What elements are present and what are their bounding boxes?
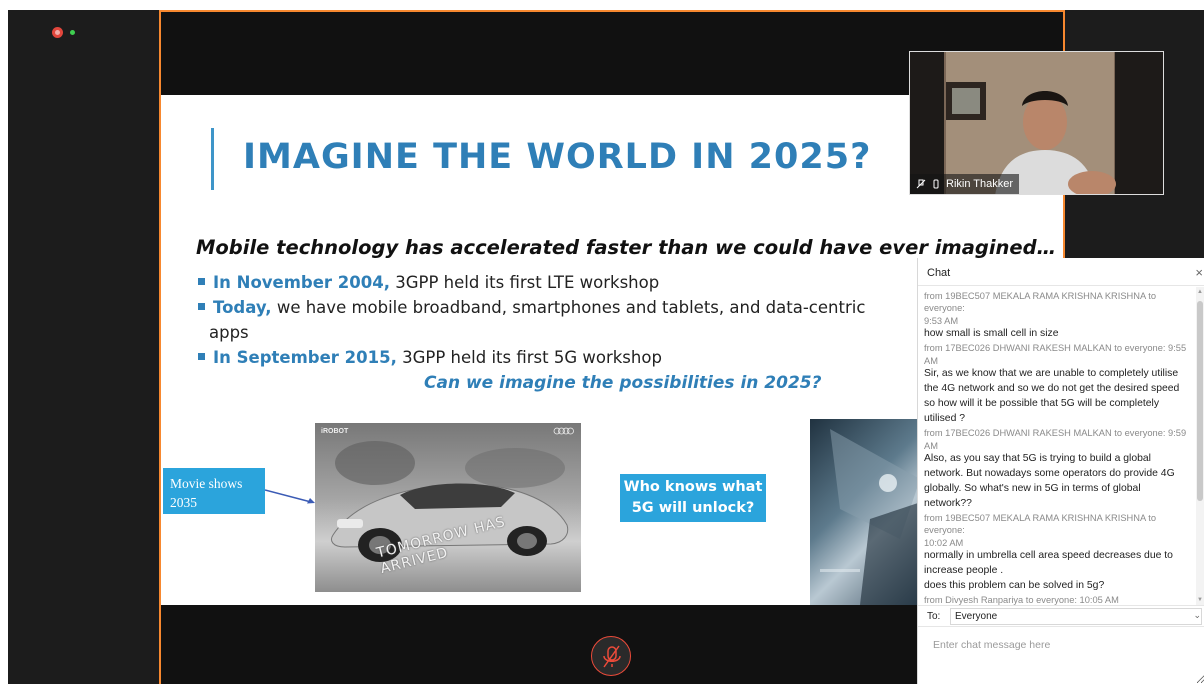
movie-badge-line1: Movie shows	[170, 476, 243, 491]
chat-message-meta: from Divyesh Ranpariya to everyone: 10:0…	[924, 595, 1119, 605]
slide-question: Can we imagine the possibilities in 2025…	[424, 373, 822, 393]
recipient-label: To:	[927, 611, 941, 622]
unlock-badge: Who knows what 5G will unlock?	[620, 474, 766, 522]
scrollbar-thumb[interactable]	[1197, 301, 1203, 501]
bullet-icon	[198, 278, 205, 285]
close-icon[interactable]: ×	[1195, 265, 1203, 280]
pointer-arrow-icon	[265, 489, 315, 504]
robot-hand-icon	[820, 429, 930, 605]
bullet-item: In November 2004, 3GPP held its first LT…	[198, 270, 659, 295]
participant-video-tile[interactable]: Rikin Thakker	[909, 51, 1164, 195]
slide-title: IMAGINE THE WORLD IN 2025?	[243, 137, 872, 177]
unlock-line1: Who knows what	[623, 479, 763, 495]
chat-message-text: utilised ?	[924, 413, 966, 424]
chat-message-text: Also, as you say that 5G is trying to bu…	[924, 453, 1151, 464]
mic-muted-icon	[916, 179, 926, 189]
recipient-value: Everyone	[955, 611, 998, 622]
mic-off-icon	[603, 645, 621, 668]
chat-message-text: how small is small cell in size	[924, 328, 1059, 339]
participant-name: Rikin Thakker	[946, 178, 1014, 190]
car-movie-poster-image: iROBOT TOMORROW HAS ARRIVED	[315, 423, 581, 592]
bullet-item: Today, we have mobile broadband, smartph…	[198, 295, 898, 320]
chat-message-text: globally. So what's new in 5G in terms o…	[924, 483, 1141, 494]
bullet-highlight: In November 2004,	[213, 273, 390, 292]
chat-messages: from 19BEC507 MEKALA RAMA KRISHNA KRISHN…	[924, 289, 1192, 605]
chat-message-meta: from 17BEC026 DHWANI RAKESH MALKAN to ev…	[924, 428, 1187, 438]
chevron-down-icon: ⌄	[1193, 610, 1201, 620]
slide-subtitle: Mobile technology has accelerated faster…	[196, 236, 1057, 259]
chat-message: from Divyesh Ranpariya to everyone: 10:0…	[924, 594, 1192, 605]
chat-message: from 19BEC507 MEKALA RAMA KRISHNA KRISHN…	[924, 290, 1192, 341]
chat-scrollbar[interactable]: ▲ ▼	[1196, 287, 1204, 605]
bullet-text: we have mobile broadband, smartphones an…	[271, 298, 866, 317]
bullet-text: 3GPP held its first 5G workshop	[396, 348, 662, 367]
chat-message-meta: from 17BEC026 DHWANI RAKESH MALKAN to ev…	[924, 343, 1187, 353]
recording-indicator-icon	[52, 27, 63, 38]
unlock-line2: 5G will unlock?	[631, 500, 755, 516]
futuristic-tech-image	[810, 419, 930, 605]
chat-message: from 19BEC507 MEKALA RAMA KRISHNA KRISHN…	[924, 512, 1192, 593]
meeting-window: IMAGINE THE WORLD IN 2025? Mobile techno…	[0, 0, 1204, 684]
chat-message: from 17BEC026 DHWANI RAKESH MALKAN to ev…	[924, 427, 1192, 511]
scroll-down-icon[interactable]: ▼	[1197, 597, 1203, 603]
bullet-highlight: Today,	[213, 298, 272, 317]
chat-message-text: increase people .	[924, 565, 1004, 576]
chat-message-meta: from 19BEC507 MEKALA RAMA KRISHNA KRISHN…	[924, 513, 1156, 535]
chat-header: Chat ×	[918, 258, 1204, 286]
chat-message-text: normally in umbrella cell area speed dec…	[924, 550, 1173, 561]
bullet-item: In September 2015, 3GPP held its first 5…	[198, 345, 662, 370]
chat-message-text: the 4G network and so we do not get the …	[924, 383, 1180, 394]
recipient-row: To: Everyone ⌄	[918, 605, 1204, 627]
mute-button[interactable]	[591, 636, 631, 676]
movie-badge: Movie shows 2035	[163, 468, 265, 514]
bullet-text: 3GPP held its first LTE workshop	[390, 273, 660, 292]
chat-message: from 17BEC026 DHWANI RAKESH MALKAN to ev…	[924, 342, 1192, 426]
participant-name-bar: Rikin Thakker	[910, 174, 1020, 194]
chat-message-time: AM	[924, 441, 938, 451]
title-accent-bar	[211, 128, 214, 190]
movie-badge-line2: 2035	[170, 495, 197, 510]
connection-status-icon	[70, 30, 75, 35]
chat-title: Chat	[927, 267, 951, 279]
bullet-text-continuation: apps	[209, 323, 249, 342]
phone-icon	[933, 179, 939, 189]
chat-message-meta: from 19BEC507 MEKALA RAMA KRISHNA KRISHN…	[924, 291, 1156, 313]
bullet-icon	[198, 303, 205, 310]
chat-panel: Chat × from 19BEC507 MEKALA RAMA KRISHNA…	[917, 258, 1204, 684]
bullet-highlight: In September 2015,	[213, 348, 397, 367]
chat-message-time: 10:02 AM	[924, 538, 964, 548]
chat-message-input[interactable]	[918, 630, 1204, 684]
bullet-icon	[198, 353, 205, 360]
scroll-up-icon[interactable]: ▲	[1197, 289, 1203, 295]
chat-message-text: Sir, as we know that we are unable to co…	[924, 368, 1179, 379]
chat-message-text: network. But nowadays some operators do …	[924, 468, 1175, 479]
chat-message-text: so how will it be possible that 5G will …	[924, 398, 1160, 409]
chat-message-text: network??	[924, 498, 972, 509]
chat-message-list[interactable]: from 19BEC507 MEKALA RAMA KRISHNA KRISHN…	[918, 287, 1204, 605]
chat-message-time: 9:53 AM	[924, 316, 959, 326]
recipient-select[interactable]: Everyone ⌄	[950, 608, 1202, 625]
chat-message-text: does this problem can be solved in 5g?	[924, 580, 1105, 591]
chat-message-time: AM	[924, 356, 938, 366]
